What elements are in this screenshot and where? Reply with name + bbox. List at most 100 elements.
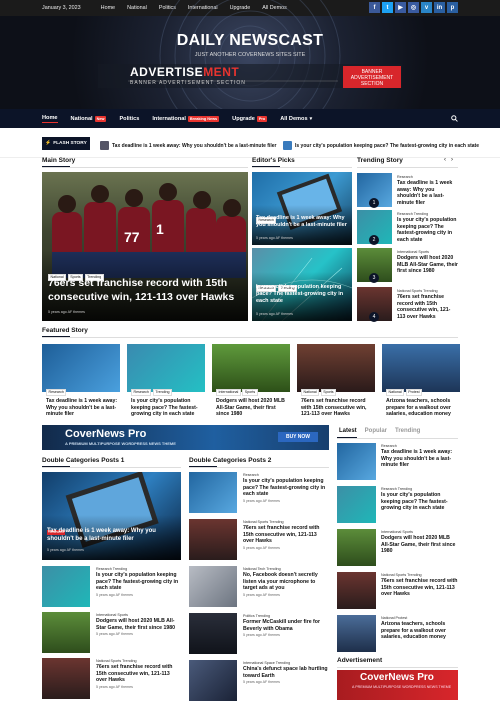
nav-politics[interactable]: Politics bbox=[119, 116, 139, 122]
flash-item[interactable]: Is your city's population keeping pace? … bbox=[283, 141, 479, 150]
dc2-thumb[interactable] bbox=[189, 566, 237, 607]
latest-category[interactable]: Research Trending bbox=[381, 487, 458, 491]
latest-category[interactable]: National Sports Trending bbox=[381, 573, 458, 577]
dc2-category[interactable]: International Space Trending bbox=[243, 661, 329, 665]
dc2-meta: 5 years ago AF themes bbox=[243, 545, 280, 550]
dc1-title[interactable]: Dodgers will host 2020 MLB All-Star Game… bbox=[96, 618, 181, 631]
latest-thumb[interactable] bbox=[337, 529, 376, 566]
dc2-title[interactable]: Former McCaskill under fire for Beverly … bbox=[243, 619, 329, 632]
latest-title[interactable]: Arizona teachers, schools prepare for a … bbox=[381, 621, 458, 641]
trending-category[interactable]: International Sports bbox=[397, 250, 458, 254]
trending-category[interactable]: Research bbox=[397, 175, 458, 179]
ad-banner-tag[interactable]: BANNER ADVERTISEMENT SECTION bbox=[343, 66, 401, 88]
featured-title[interactable]: Tax deadline is 1 week away: Why you sho… bbox=[46, 398, 120, 420]
editors-pick-title[interactable]: Is your city's population keeping pace? … bbox=[256, 284, 350, 305]
featured-tag[interactable]: Research bbox=[46, 388, 67, 396]
latest-thumb[interactable] bbox=[337, 486, 376, 523]
social-links: f t ▶ ◎ v in p bbox=[369, 2, 458, 13]
latest-thumb[interactable] bbox=[337, 615, 376, 652]
vimeo-icon[interactable]: v bbox=[421, 2, 432, 13]
nav-upgrade[interactable]: Upgrade Pro bbox=[232, 115, 268, 122]
instagram-icon[interactable]: ◎ bbox=[408, 2, 419, 13]
latest-title[interactable]: 76ers set franchise record with 15th con… bbox=[381, 578, 458, 598]
dc2-title[interactable]: China's defunct space lab hurtling towar… bbox=[243, 666, 329, 679]
facebook-icon[interactable]: f bbox=[369, 2, 380, 13]
latest-thumb[interactable] bbox=[337, 443, 376, 480]
latest-category[interactable]: International Sports bbox=[381, 530, 458, 534]
nav-national[interactable]: National New bbox=[71, 115, 107, 122]
pinterest-icon[interactable]: p bbox=[447, 2, 458, 13]
dc1-category[interactable]: National Sports Trending bbox=[96, 659, 181, 663]
dc2-title[interactable]: 76ers set franchise record with 15th con… bbox=[243, 525, 329, 545]
dc1-category[interactable]: International Sports bbox=[96, 613, 181, 617]
latest-title[interactable]: Dodgers will host 2020 MLB All-Star Game… bbox=[381, 535, 458, 555]
tab-trending[interactable]: Trending bbox=[395, 428, 420, 434]
featured-tag[interactable]: National bbox=[386, 388, 405, 396]
featured-tag[interactable]: International bbox=[216, 388, 241, 396]
dc2-thumb[interactable] bbox=[189, 613, 237, 654]
dc1-title[interactable]: Is your city's population keeping pace? … bbox=[96, 572, 181, 592]
dc1-main-title[interactable]: Tax deadline is 1 week away: Why you sho… bbox=[47, 528, 177, 543]
dc2-thumb[interactable] bbox=[189, 472, 237, 513]
dc1-thumb[interactable] bbox=[42, 566, 90, 607]
ad-banner-title[interactable]: ADVERTISEMENT bbox=[130, 65, 239, 79]
dc2-category[interactable]: Research bbox=[243, 473, 329, 477]
top-nav-home[interactable]: Home bbox=[101, 5, 115, 11]
featured-tag[interactable]: National bbox=[301, 388, 320, 396]
dc2-category[interactable]: National Tech Trending bbox=[243, 567, 329, 571]
trending-title[interactable]: Is your city's population keeping pace? … bbox=[397, 217, 458, 243]
trending-category[interactable]: Research Trending bbox=[397, 212, 458, 216]
editors-pick-title[interactable]: Tax deadline is 1 week away: Why you sho… bbox=[256, 215, 350, 229]
tab-popular[interactable]: Popular bbox=[365, 428, 387, 434]
buy-now-button[interactable]: BUY NOW bbox=[278, 432, 318, 442]
featured-tag[interactable]: Sports bbox=[320, 388, 337, 396]
latest-category[interactable]: National Protest bbox=[381, 616, 458, 620]
linkedin-icon[interactable]: in bbox=[434, 2, 445, 13]
nav-international[interactable]: International Breaking News bbox=[152, 115, 220, 122]
trending-category[interactable]: National Sports Trending bbox=[397, 289, 458, 293]
nav-home[interactable]: Home bbox=[42, 115, 58, 123]
latest-title[interactable]: Is your city's population keeping pace? … bbox=[381, 492, 458, 512]
dc2-category[interactable]: National Sports Trending bbox=[243, 520, 329, 524]
featured-tags: Research bbox=[46, 380, 68, 398]
dc2-title[interactable]: Is your city's population keeping pace? … bbox=[243, 478, 329, 498]
featured-tag[interactable]: Trending bbox=[152, 388, 172, 396]
tab-latest[interactable]: Latest bbox=[339, 428, 357, 434]
dc2-category[interactable]: Politics Trending bbox=[243, 614, 329, 618]
dc2-title[interactable]: No, Facebook doesn't secretly listen via… bbox=[243, 572, 329, 592]
section-title-featured: Featured Story bbox=[42, 327, 88, 334]
trending-next-icon[interactable]: › bbox=[451, 157, 453, 163]
search-icon[interactable] bbox=[451, 115, 458, 122]
dc1-item: Research Trending Is your city's populati… bbox=[96, 567, 181, 597]
dc2-thumb[interactable] bbox=[189, 660, 237, 701]
section-divider bbox=[42, 337, 458, 338]
dc2-thumb[interactable] bbox=[189, 519, 237, 560]
dc1-thumb[interactable] bbox=[42, 612, 90, 653]
featured-title[interactable]: Dodgers will host 2020 MLB All-Star Game… bbox=[216, 398, 290, 420]
nav-all-demos[interactable]: All Demos ▾ bbox=[280, 116, 312, 122]
featured-tag[interactable]: Protest bbox=[405, 388, 423, 396]
dc1-meta: 5 years ago AF themes bbox=[96, 632, 133, 636]
featured-title[interactable]: Arizona teachers, schools prepare for a … bbox=[386, 398, 460, 420]
latest-category[interactable]: Research bbox=[381, 444, 458, 448]
site-title[interactable]: DAILY NEWSCAST bbox=[0, 32, 500, 50]
site-header bbox=[0, 0, 500, 146]
trending-prev-icon[interactable]: ‹ bbox=[444, 157, 446, 163]
trending-title[interactable]: Dodgers will host 2020 MLB All-Star Game… bbox=[397, 255, 458, 275]
featured-title[interactable]: 76ers set franchise record with 15th con… bbox=[301, 398, 375, 420]
flash-item[interactable]: Tax deadline is 1 week away: Why you sho… bbox=[100, 141, 276, 150]
trending-title[interactable]: 76ers set franchise record with 15th con… bbox=[397, 294, 458, 320]
dc1-category[interactable]: Research Trending bbox=[96, 567, 181, 571]
featured-tag[interactable]: Research bbox=[131, 388, 152, 396]
youtube-icon[interactable]: ▶ bbox=[395, 2, 406, 13]
featured-tag[interactable]: Sports bbox=[242, 388, 258, 396]
main-story-title[interactable]: 76ers set franchise record with 15th con… bbox=[48, 276, 243, 304]
trending-title[interactable]: Tax deadline is 1 week away: Why you sho… bbox=[397, 180, 458, 206]
dc1-title[interactable]: 76ers set franchise record with 15th con… bbox=[96, 664, 181, 684]
dc1-thumb[interactable] bbox=[42, 658, 90, 699]
latest-title[interactable]: Tax deadline is 1 week away: Why you sho… bbox=[381, 449, 458, 469]
dc2-item: Politics Trending Former McCaskill under … bbox=[243, 614, 329, 637]
featured-title[interactable]: Is your city's population keeping pace? … bbox=[131, 398, 205, 420]
twitter-icon[interactable]: t bbox=[382, 2, 393, 13]
latest-thumb[interactable] bbox=[337, 572, 376, 609]
